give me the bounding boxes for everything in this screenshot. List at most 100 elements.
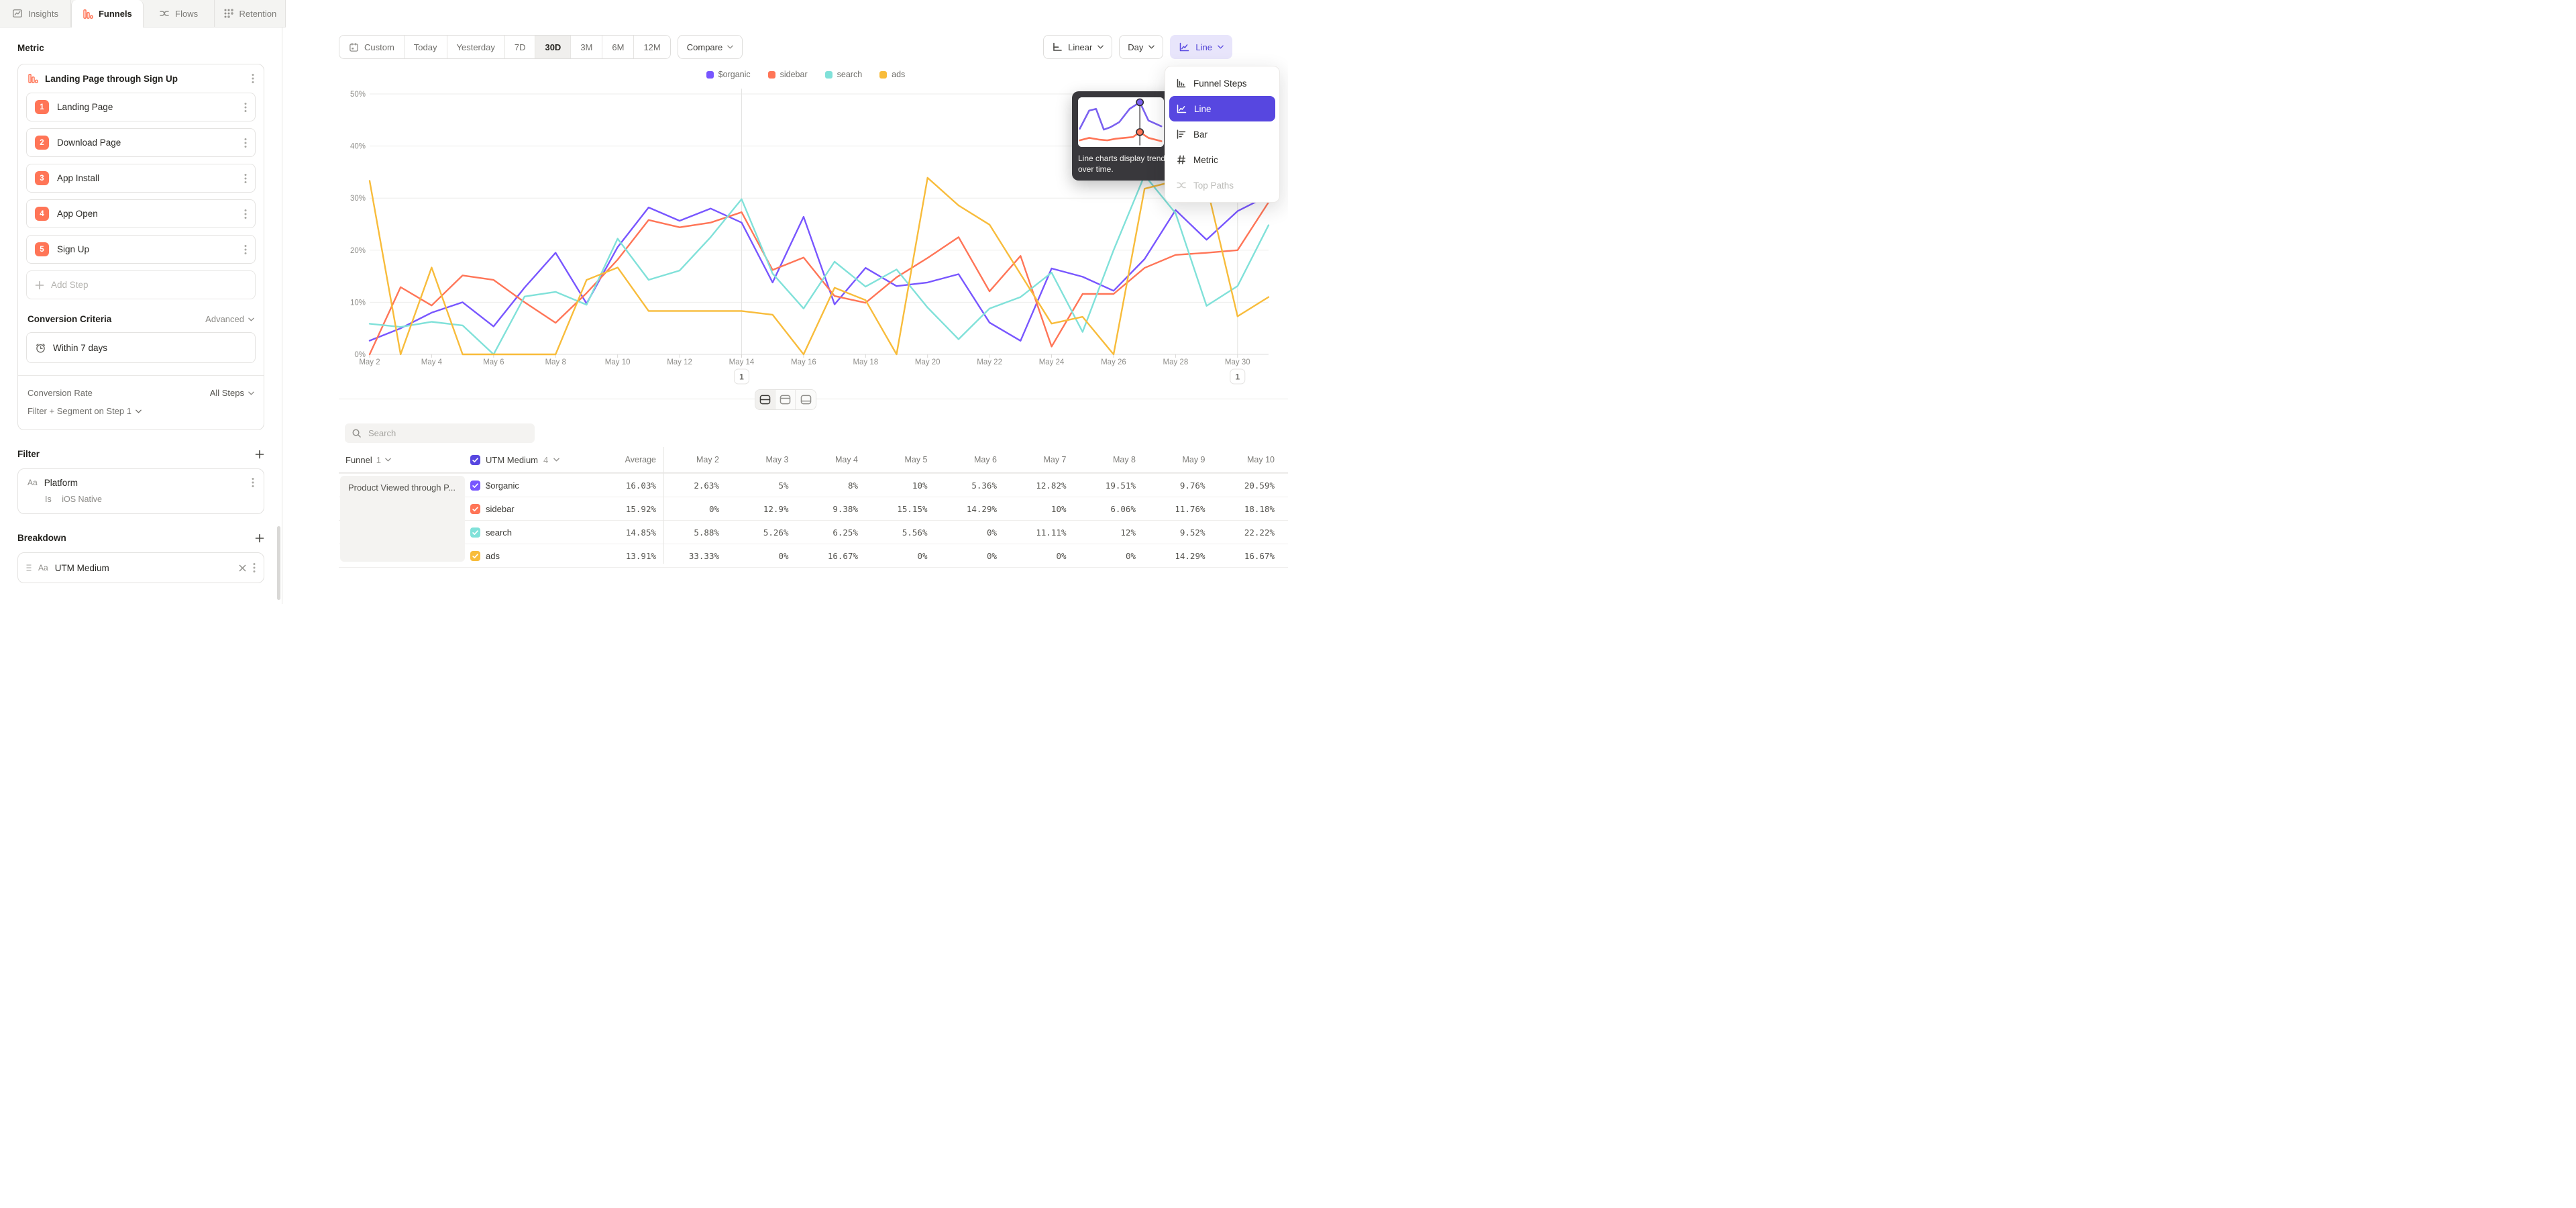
breakdown-property: UTM Medium [55, 563, 232, 573]
legend-item-organic[interactable]: $organic [706, 70, 751, 79]
line-chart-icon [1176, 103, 1187, 114]
calendar-icon [349, 42, 359, 52]
tab-insights[interactable]: Insights [0, 0, 71, 27]
metric-icon [1176, 154, 1187, 165]
filter-card[interactable]: Aa Platform Is iOS Native [17, 468, 264, 514]
filter-operator[interactable]: Is [45, 495, 52, 504]
tab-label: Funnels [99, 9, 132, 19]
breakdown-card[interactable]: Aa UTM Medium [17, 552, 264, 583]
funnel-step-sign-up[interactable]: 5Sign Up [26, 235, 256, 264]
step-label: Landing Page [57, 102, 236, 112]
date-range-3m[interactable]: 3M [571, 36, 602, 58]
conversion-rate-dropdown[interactable]: All Steps [210, 388, 254, 398]
filter-value[interactable]: iOS Native [62, 495, 102, 504]
legend-swatch [768, 71, 775, 79]
day-value: 0% [997, 551, 1067, 561]
legend-item-ads[interactable]: ads [879, 70, 905, 79]
filter-segment-dropdown[interactable]: Filter + Segment on Step 1 [28, 402, 254, 420]
granularity-dropdown[interactable]: Day [1119, 35, 1163, 59]
legend-item-search[interactable]: search [825, 70, 863, 79]
chart-type-dropdown[interactable]: Line [1170, 35, 1232, 59]
annotation-badge[interactable]: 1 [1230, 369, 1245, 384]
tab-funnels[interactable]: Funnels [71, 0, 143, 28]
segment-checkbox[interactable] [470, 551, 480, 561]
tab-retention[interactable]: Retention [215, 0, 286, 27]
date-range-label: 3M [580, 42, 592, 52]
date-range-custom[interactable]: Custom [339, 36, 405, 58]
compare-button[interactable]: Compare [678, 35, 743, 59]
date-range-7d[interactable]: 7D [505, 36, 536, 58]
kebab-icon[interactable] [252, 73, 254, 84]
layout-toggle-split-view[interactable] [755, 390, 775, 409]
date-range-30d[interactable]: 30D [535, 36, 571, 58]
svg-text:May 30: May 30 [1225, 358, 1250, 366]
layout-toggle-table-view[interactable] [796, 390, 816, 409]
conversion-mode-dropdown[interactable]: Advanced [205, 314, 254, 324]
segment-checkbox[interactable] [470, 481, 480, 491]
table-header-row: Funnel 1 UTM Medium 4 Average May 2May 3… [339, 447, 1288, 473]
funnel-column-label: Funnel [345, 455, 372, 465]
step-number-badge: 3 [35, 171, 49, 185]
search-input[interactable] [367, 427, 528, 439]
layout-bottom-icon [800, 395, 812, 405]
menu-item-line[interactable]: Line [1169, 96, 1275, 121]
funnel-group-cell[interactable]: Product Viewed through P... [340, 476, 465, 562]
legend-item-sidebar[interactable]: sidebar [768, 70, 808, 79]
kebab-icon[interactable] [253, 562, 256, 573]
conversion-window[interactable]: Within 7 days [26, 332, 256, 363]
add-step-button[interactable]: Add Step [26, 270, 256, 299]
select-all-checkbox[interactable] [470, 455, 480, 465]
menu-item-metric[interactable]: Metric [1169, 147, 1275, 172]
add-breakdown-button[interactable] [255, 534, 264, 543]
drag-handle-icon[interactable] [26, 564, 32, 572]
funnel-step-app-install[interactable]: 3App Install [26, 164, 256, 193]
day-value: 18.18% [1205, 504, 1275, 514]
menu-item-bar[interactable]: Bar [1169, 121, 1275, 147]
conversion-rate-label: Conversion Rate [28, 388, 93, 398]
kebab-icon[interactable] [244, 244, 247, 255]
day-value: 0% [858, 551, 928, 561]
layout-toggle-chart-view[interactable] [775, 390, 796, 409]
svg-text:May 10: May 10 [605, 358, 631, 366]
kebab-icon[interactable] [244, 102, 247, 113]
line-chart-icon [1179, 42, 1190, 52]
conversion-criteria-heading: Conversion Criteria [28, 314, 111, 324]
segment-checkbox[interactable] [470, 527, 480, 538]
date-range-6m[interactable]: 6M [602, 36, 634, 58]
funnel-steps-list: 1Landing Page 2Download Page 3App Install 4… [18, 91, 264, 264]
funnel-column-header[interactable]: Funnel 1 [339, 455, 468, 465]
day-value: 12.82% [997, 481, 1067, 491]
date-range-yesterday[interactable]: Yesterday [447, 36, 505, 58]
svg-text:May 2: May 2 [359, 358, 380, 366]
metric-heading: Metric [17, 43, 264, 53]
kebab-icon[interactable] [244, 173, 247, 184]
breakdown-column-header[interactable]: UTM Medium 4 [468, 455, 570, 465]
filter-property: Platform [44, 478, 245, 488]
annotation-badge[interactable]: 1 [734, 369, 749, 384]
date-range-12m[interactable]: 12M [634, 36, 669, 58]
date-range-today[interactable]: Today [405, 36, 447, 58]
svg-text:May 20: May 20 [915, 358, 941, 366]
date-range-label: Custom [364, 42, 394, 52]
funnel-step-download-page[interactable]: 2Download Page [26, 128, 256, 157]
scale-dropdown[interactable]: Linear [1043, 35, 1112, 59]
flows-icon [159, 8, 170, 19]
chevron-down-icon [553, 458, 559, 462]
kebab-icon[interactable] [244, 209, 247, 219]
tab-flows[interactable]: Flows [144, 0, 215, 27]
tooltip-preview-chart [1078, 97, 1164, 147]
funnels-icon [83, 9, 93, 19]
date-range-toolbar: Custom TodayYesterday7D30D 3M 6M12M Compare [339, 35, 743, 59]
segment-checkbox[interactable] [470, 504, 480, 514]
funnel-step-landing-page[interactable]: 1Landing Page [26, 93, 256, 121]
sidebar-scrollbar[interactable] [277, 526, 280, 600]
app-window: Insights Funnels FlowsRetention Metric Lan… [0, 0, 1288, 604]
kebab-icon[interactable] [244, 138, 247, 148]
chart-type-label: Line [1195, 42, 1212, 52]
menu-item-funnel-steps[interactable]: Funnel Steps [1169, 70, 1275, 96]
funnel-step-app-open[interactable]: 4App Open [26, 199, 256, 228]
add-filter-button[interactable] [255, 450, 264, 459]
close-icon[interactable] [239, 564, 246, 572]
kebab-icon[interactable] [252, 477, 254, 488]
segment-name: sidebar [486, 504, 515, 514]
